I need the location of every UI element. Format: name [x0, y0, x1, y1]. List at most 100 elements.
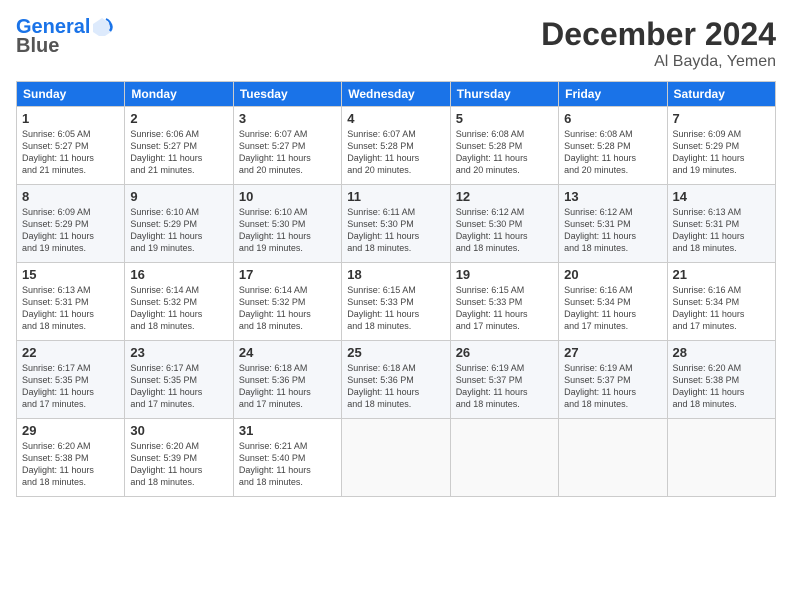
day-info: Sunrise: 6:08 AM Sunset: 5:28 PM Dayligh…: [564, 128, 661, 177]
day-of-week-header: Thursday: [450, 82, 558, 107]
calendar-cell: 16 Sunrise: 6:14 AM Sunset: 5:32 PM Dayli…: [125, 263, 233, 341]
day-number: 15: [22, 267, 119, 282]
day-info: Sunrise: 6:05 AM Sunset: 5:27 PM Dayligh…: [22, 128, 119, 177]
day-number: 6: [564, 111, 661, 126]
calendar-cell: 1 Sunrise: 6:05 AM Sunset: 5:27 PM Daylig…: [17, 107, 125, 185]
calendar-cell: 28 Sunrise: 6:20 AM Sunset: 5:38 PM Dayli…: [667, 341, 775, 419]
day-of-week-header: Saturday: [667, 82, 775, 107]
calendar-cell: [559, 419, 667, 497]
calendar-cell: 5 Sunrise: 6:08 AM Sunset: 5:28 PM Daylig…: [450, 107, 558, 185]
calendar-cell: 21 Sunrise: 6:16 AM Sunset: 5:34 PM Dayli…: [667, 263, 775, 341]
calendar-cell: 27Sunrise: 6:19 AM Sunset: 5:37 PM Dayli…: [559, 341, 667, 419]
calendar-cell: [667, 419, 775, 497]
calendar-cell: 6 Sunrise: 6:08 AM Sunset: 5:28 PM Daylig…: [559, 107, 667, 185]
day-number: 17: [239, 267, 336, 282]
day-number: 5: [456, 111, 553, 126]
day-number: 2: [130, 111, 227, 126]
day-info: Sunrise: 6:20 AM Sunset: 5:38 PM Dayligh…: [673, 362, 770, 411]
day-info: Sunrise: 6:12 AM Sunset: 5:30 PM Dayligh…: [456, 206, 553, 255]
day-info: Sunrise: 6:17 AM Sunset: 5:35 PM Dayligh…: [22, 362, 119, 411]
calendar-cell: 8 Sunrise: 6:09 AM Sunset: 5:29 PM Daylig…: [17, 185, 125, 263]
day-info: Sunrise: 6:14 AM Sunset: 5:32 PM Dayligh…: [130, 284, 227, 333]
day-info: Sunrise: 6:15 AM Sunset: 5:33 PM Dayligh…: [347, 284, 444, 333]
calendar-table: SundayMondayTuesdayWednesdayThursdayFrid…: [16, 81, 776, 497]
day-number: 16: [130, 267, 227, 282]
calendar-cell: 14 Sunrise: 6:13 AM Sunset: 5:31 PM Dayli…: [667, 185, 775, 263]
day-of-week-header: Monday: [125, 82, 233, 107]
day-number: 12: [456, 189, 553, 204]
day-info: Sunrise: 6:16 AM Sunset: 5:34 PM Dayligh…: [564, 284, 661, 333]
month-title: December 2024: [541, 16, 776, 53]
day-number: 20: [564, 267, 661, 282]
day-info: Sunrise: 6:20 AM Sunset: 5:39 PM Dayligh…: [130, 440, 227, 489]
calendar-cell: 12 Sunrise: 6:12 AM Sunset: 5:30 PM Dayli…: [450, 185, 558, 263]
day-info: Sunrise: 6:09 AM Sunset: 5:29 PM Dayligh…: [673, 128, 770, 177]
day-info: Sunrise: 6:12 AM Sunset: 5:31 PM Dayligh…: [564, 206, 661, 255]
calendar-cell: 13Sunrise: 6:12 AM Sunset: 5:31 PM Dayli…: [559, 185, 667, 263]
day-of-week-header: Tuesday: [233, 82, 341, 107]
page-header: General Blue December 2024 Al Bayda, Yem…: [16, 16, 776, 71]
day-info: Sunrise: 6:13 AM Sunset: 5:31 PM Dayligh…: [673, 206, 770, 255]
day-number: 7: [673, 111, 770, 126]
day-number: 30: [130, 423, 227, 438]
day-of-week-header: Friday: [559, 82, 667, 107]
day-info: Sunrise: 6:21 AM Sunset: 5:40 PM Dayligh…: [239, 440, 336, 489]
calendar-cell: 17Sunrise: 6:14 AM Sunset: 5:32 PM Dayli…: [233, 263, 341, 341]
location-title: Al Bayda, Yemen: [541, 53, 776, 71]
calendar-cell: 25Sunrise: 6:18 AM Sunset: 5:36 PM Dayli…: [342, 341, 450, 419]
day-info: Sunrise: 6:17 AM Sunset: 5:35 PM Dayligh…: [130, 362, 227, 411]
day-number: 26: [456, 345, 553, 360]
day-info: Sunrise: 6:08 AM Sunset: 5:28 PM Dayligh…: [456, 128, 553, 177]
logo: General Blue: [16, 16, 113, 58]
calendar-cell: 9Sunrise: 6:10 AM Sunset: 5:29 PM Daylig…: [125, 185, 233, 263]
calendar-cell: 30 Sunrise: 6:20 AM Sunset: 5:39 PM Dayli…: [125, 419, 233, 497]
day-info: Sunrise: 6:13 AM Sunset: 5:31 PM Dayligh…: [22, 284, 119, 333]
calendar-cell: [342, 419, 450, 497]
day-number: 21: [673, 267, 770, 282]
calendar-cell: 26 Sunrise: 6:19 AM Sunset: 5:37 PM Dayli…: [450, 341, 558, 419]
calendar-cell: 20 Sunrise: 6:16 AM Sunset: 5:34 PM Dayli…: [559, 263, 667, 341]
day-number: 23: [130, 345, 227, 360]
day-info: Sunrise: 6:07 AM Sunset: 5:28 PM Dayligh…: [347, 128, 444, 177]
day-info: Sunrise: 6:20 AM Sunset: 5:38 PM Dayligh…: [22, 440, 119, 489]
day-number: 1: [22, 111, 119, 126]
day-info: Sunrise: 6:07 AM Sunset: 5:27 PM Dayligh…: [239, 128, 336, 177]
calendar-cell: 7 Sunrise: 6:09 AM Sunset: 5:29 PM Daylig…: [667, 107, 775, 185]
calendar-cell: 11 Sunrise: 6:11 AM Sunset: 5:30 PM Dayli…: [342, 185, 450, 263]
day-of-week-header: Sunday: [17, 82, 125, 107]
day-info: Sunrise: 6:10 AM Sunset: 5:29 PM Dayligh…: [130, 206, 227, 255]
day-info: Sunrise: 6:19 AM Sunset: 5:37 PM Dayligh…: [564, 362, 661, 411]
day-number: 10: [239, 189, 336, 204]
day-info: Sunrise: 6:15 AM Sunset: 5:33 PM Dayligh…: [456, 284, 553, 333]
day-number: 22: [22, 345, 119, 360]
day-info: Sunrise: 6:06 AM Sunset: 5:27 PM Dayligh…: [130, 128, 227, 177]
calendar-cell: 29 Sunrise: 6:20 AM Sunset: 5:38 PM Dayli…: [17, 419, 125, 497]
day-number: 4: [347, 111, 444, 126]
calendar-cell: 23 Sunrise: 6:17 AM Sunset: 5:35 PM Dayli…: [125, 341, 233, 419]
day-number: 14: [673, 189, 770, 204]
calendar-cell: 15 Sunrise: 6:13 AM Sunset: 5:31 PM Dayli…: [17, 263, 125, 341]
calendar-cell: 10 Sunrise: 6:10 AM Sunset: 5:30 PM Dayli…: [233, 185, 341, 263]
calendar-cell: 31Sunrise: 6:21 AM Sunset: 5:40 PM Dayli…: [233, 419, 341, 497]
day-info: Sunrise: 6:09 AM Sunset: 5:29 PM Dayligh…: [22, 206, 119, 255]
day-number: 18: [347, 267, 444, 282]
day-info: Sunrise: 6:18 AM Sunset: 5:36 PM Dayligh…: [239, 362, 336, 411]
day-number: 28: [673, 345, 770, 360]
day-of-week-header: Wednesday: [342, 82, 450, 107]
calendar-cell: [450, 419, 558, 497]
day-number: 19: [456, 267, 553, 282]
day-number: 8: [22, 189, 119, 204]
calendar-cell: 22 Sunrise: 6:17 AM Sunset: 5:35 PM Dayli…: [17, 341, 125, 419]
day-number: 3: [239, 111, 336, 126]
day-number: 11: [347, 189, 444, 204]
day-number: 24: [239, 345, 336, 360]
day-info: Sunrise: 6:11 AM Sunset: 5:30 PM Dayligh…: [347, 206, 444, 255]
day-info: Sunrise: 6:10 AM Sunset: 5:30 PM Dayligh…: [239, 206, 336, 255]
day-info: Sunrise: 6:16 AM Sunset: 5:34 PM Dayligh…: [673, 284, 770, 333]
day-number: 29: [22, 423, 119, 438]
day-info: Sunrise: 6:19 AM Sunset: 5:37 PM Dayligh…: [456, 362, 553, 411]
calendar-cell: 4 Sunrise: 6:07 AM Sunset: 5:28 PM Daylig…: [342, 107, 450, 185]
calendar-cell: 2 Sunrise: 6:06 AM Sunset: 5:27 PM Daylig…: [125, 107, 233, 185]
calendar-cell: 3 Sunrise: 6:07 AM Sunset: 5:27 PM Daylig…: [233, 107, 341, 185]
logo-icon: [91, 16, 113, 38]
